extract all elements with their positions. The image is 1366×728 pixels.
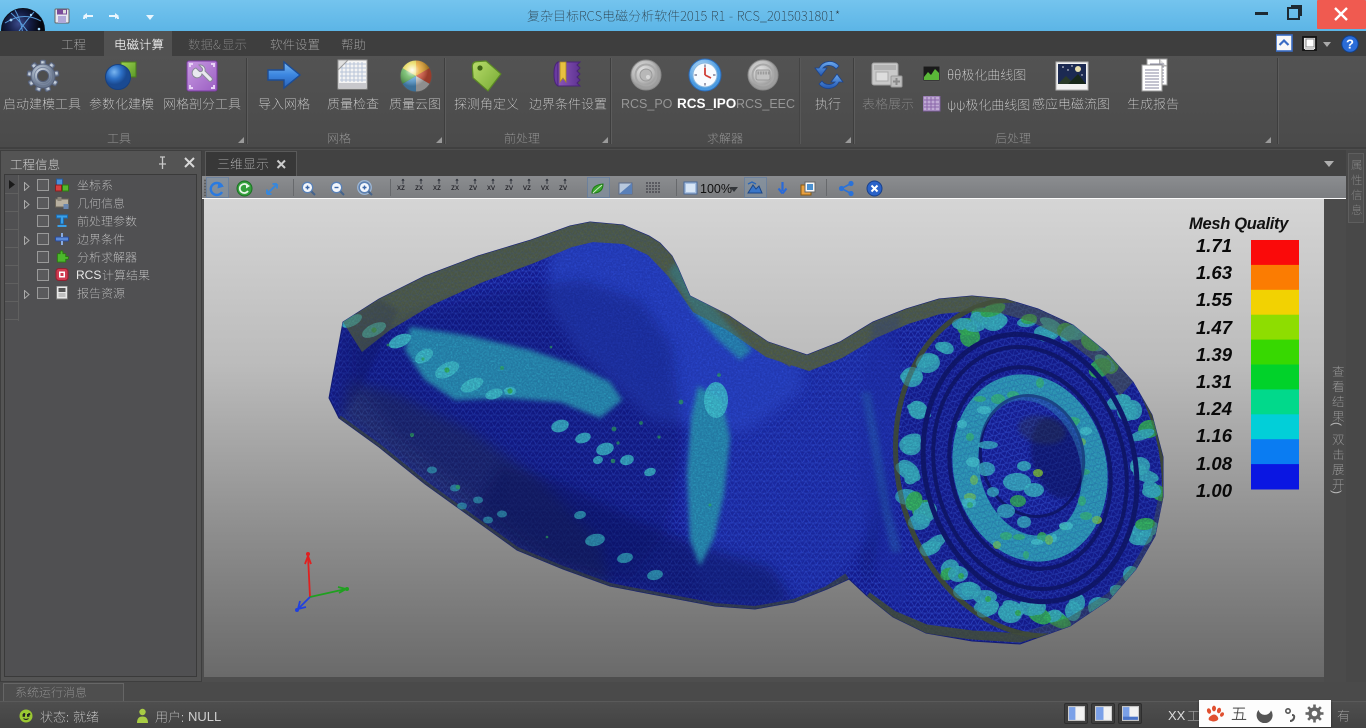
svg-text:?: ?: [1346, 37, 1354, 52]
